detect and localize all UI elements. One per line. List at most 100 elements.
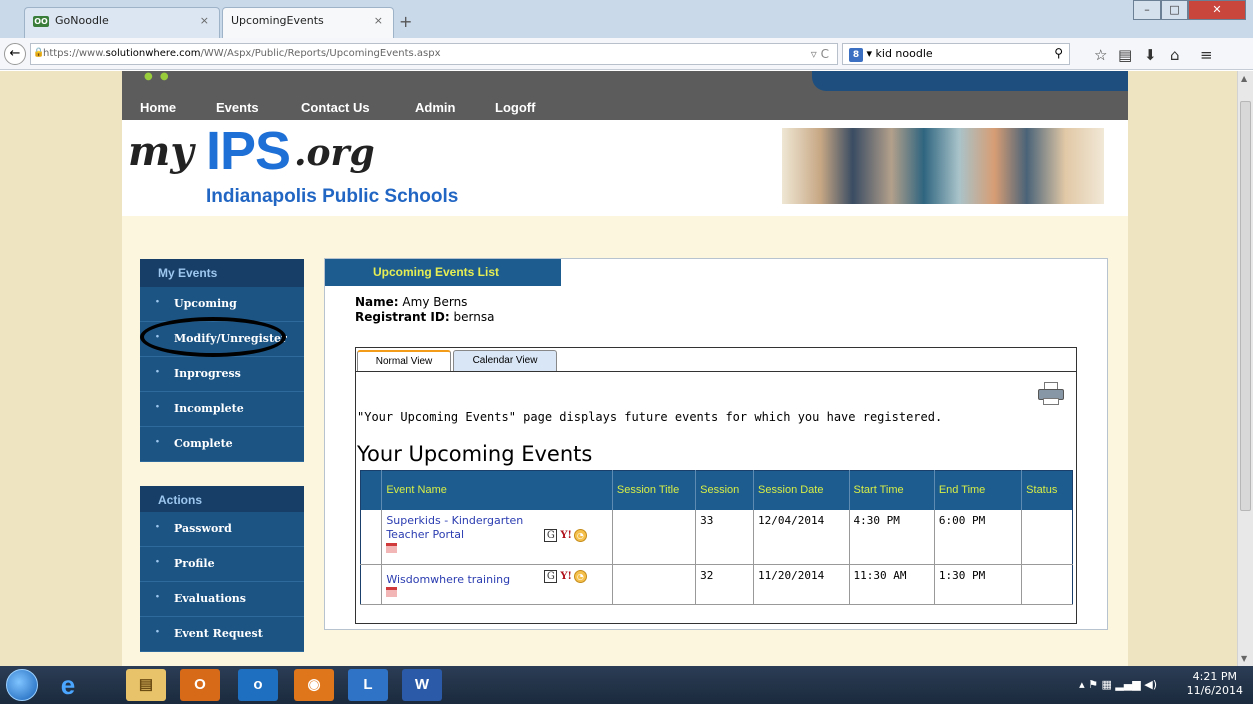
table-header-row: Event Name Session Title Session Session… <box>360 470 1073 510</box>
media-player-icon[interactable]: O <box>180 669 220 701</box>
google-calendar-icon[interactable]: G <box>544 528 558 542</box>
url-prefix: https://www. <box>43 48 106 59</box>
lync-icon[interactable]: L <box>348 669 388 701</box>
menu-icon[interactable]: ≡ <box>1200 46 1213 64</box>
printer-icon[interactable] <box>1038 382 1064 406</box>
table-row: Wisdomwhere training G Y! ◔ 32 11/20/2014 … <box>360 564 1073 605</box>
table-row: Superkids - Kindergarten Teacher Portal … <box>360 509 1073 565</box>
maximize-button[interactable]: □ <box>1161 0 1188 20</box>
my-events-heading: My Events <box>140 259 304 287</box>
home-icon[interactable]: ⌂ <box>1170 46 1180 64</box>
file-explorer-icon[interactable]: ▤ <box>126 669 166 701</box>
column-event-name[interactable]: Event Name <box>381 470 613 510</box>
scroll-down-icon[interactable]: ▼ <box>1241 654 1247 663</box>
outlook-calendar-icon[interactable]: ◔ <box>573 570 587 583</box>
tab-upcoming-events[interactable]: UpcomingEvents × <box>222 7 394 38</box>
yahoo-calendar-icon[interactable]: Y! <box>560 530 572 541</box>
scrollbar-thumb[interactable] <box>1240 101 1251 511</box>
column-session[interactable]: Session <box>695 470 755 510</box>
registrant-label: Registrant ID: <box>355 310 450 324</box>
outlook-icon[interactable]: o <box>238 669 278 701</box>
sidebar-item-complete[interactable]: Complete <box>140 427 304 462</box>
registrant-info: Name: Amy Berns Registrant ID: bernsa <box>355 295 494 325</box>
site-header: my IPS .org Indianapolis Public Schools <box>122 120 1128 216</box>
logo-my: my <box>128 128 194 175</box>
column-session-date[interactable]: Session Date <box>753 470 850 510</box>
event-link[interactable]: Superkids - Kindergarten Teacher Portal <box>386 514 538 542</box>
close-window-button[interactable]: ✕ <box>1188 0 1246 20</box>
logo-org: .org <box>294 132 375 174</box>
clock[interactable]: 4:21 PM 11/6/2014 <box>1187 670 1243 698</box>
browser-tab-bar: OO GoNoodle × UpcomingEvents × + – □ ✕ <box>0 0 1253 38</box>
outlook-calendar-icon[interactable]: ◔ <box>573 528 587 542</box>
tab-gonoodle[interactable]: OO GoNoodle × <box>24 7 220 38</box>
address-bar[interactable]: 🔒 https://www.solutionwhere.com/WW/Aspx/… <box>30 43 838 65</box>
session-cell: 32 <box>695 564 755 605</box>
name-value: Amy Berns <box>402 295 468 309</box>
clock-time: 4:21 PM <box>1192 670 1237 683</box>
sidebar-item-password[interactable]: Password <box>140 512 304 547</box>
calendar-icon[interactable] <box>386 542 398 553</box>
start-button[interactable] <box>6 669 38 701</box>
yahoo-calendar-icon[interactable]: Y! <box>560 571 572 582</box>
internet-explorer-icon[interactable]: e <box>48 669 88 701</box>
session-date-cell: 11/20/2014 <box>753 564 850 605</box>
search-input[interactable]: 8 ▾ kid noodle ⚲ <box>842 43 1070 65</box>
tab-calendar-view[interactable]: Calendar View <box>453 350 557 371</box>
menu-events[interactable]: Events <box>216 100 259 115</box>
site-top-strip: ● ● <box>122 71 1128 97</box>
scroll-up-icon[interactable]: ▲ <box>1241 74 1247 83</box>
session-cell: 33 <box>695 509 755 565</box>
session-title-cell <box>612 564 697 605</box>
lock-icon: 🔒 <box>33 48 45 58</box>
bookmarks-list-icon[interactable]: ▤ <box>1118 46 1132 64</box>
minimize-button[interactable]: – <box>1133 0 1161 20</box>
page-viewport: ● ● Home Events Contact Us Admin Logoff … <box>0 71 1237 666</box>
back-button[interactable]: ← <box>4 43 26 65</box>
menu-home[interactable]: Home <box>140 100 176 115</box>
column-start-time[interactable]: Start Time <box>849 470 935 510</box>
panel-title: Upcoming Events List <box>325 259 561 286</box>
download-icon[interactable]: ⬇ <box>1144 46 1157 64</box>
sidebar-item-event-request[interactable]: Event Request <box>140 617 304 652</box>
menu-contact-us[interactable]: Contact Us <box>301 100 370 115</box>
url-domain: solutionwhere.com <box>105 48 201 59</box>
status-cell <box>1021 509 1073 565</box>
upcoming-events-heading: Your Upcoming Events <box>357 442 593 466</box>
event-link[interactable]: Wisdomwhere training <box>386 569 538 586</box>
reload-icon[interactable]: ▿ C <box>811 47 829 61</box>
row-spacer <box>360 509 383 565</box>
menu-admin[interactable]: Admin <box>415 100 455 115</box>
sidebar-item-profile[interactable]: Profile <box>140 547 304 582</box>
tab-normal-view[interactable]: Normal View <box>357 350 451 371</box>
search-icon[interactable]: ⚲ <box>1054 46 1063 60</box>
google-calendar-icon[interactable]: G <box>544 570 558 583</box>
annotation-circle <box>140 317 286 357</box>
calendar-icon[interactable] <box>386 587 398 597</box>
close-tab-icon[interactable]: × <box>374 14 383 27</box>
search-engine-icon[interactable]: 8 <box>849 48 863 62</box>
vertical-scrollbar[interactable]: ▲ ▼ <box>1237 71 1253 666</box>
column-session-title[interactable]: Session Title <box>612 470 697 510</box>
sidebar-item-inprogress[interactable]: Inprogress <box>140 357 304 392</box>
logo-subtitle: Indianapolis Public Schools <box>206 186 459 207</box>
column-end-time[interactable]: End Time <box>934 470 1023 510</box>
browser-nav-bar: ← 🔒 https://www.solutionwhere.com/WW/Asp… <box>0 38 1253 70</box>
registrant-value: bernsa <box>453 310 495 324</box>
new-tab-button[interactable]: + <box>399 12 412 31</box>
column-status[interactable]: Status <box>1021 470 1073 510</box>
event-cell: Superkids - Kindergarten Teacher Portal … <box>381 509 613 565</box>
firefox-icon[interactable]: ◉ <box>294 669 334 701</box>
url-path: /WW/Aspx/Public/Reports/UpcomingEvents.a… <box>200 48 441 59</box>
decorative-dots-icon: ● ● <box>144 71 171 82</box>
close-tab-icon[interactable]: × <box>200 14 209 27</box>
word-icon[interactable]: W <box>402 669 442 701</box>
menu-logoff[interactable]: Logoff <box>495 100 535 115</box>
system-tray-icons[interactable]: ▴ ⚑ ▦ ▂▄▆ ◀) <box>1079 678 1157 691</box>
end-time-cell: 1:30 PM <box>934 564 1023 605</box>
event-cell: Wisdomwhere training G Y! ◔ <box>381 564 613 605</box>
status-cell <box>1021 564 1073 605</box>
sidebar-item-incomplete[interactable]: Incomplete <box>140 392 304 427</box>
bookmark-star-icon[interactable]: ☆ <box>1094 46 1107 64</box>
sidebar-item-evaluations[interactable]: Evaluations <box>140 582 304 617</box>
